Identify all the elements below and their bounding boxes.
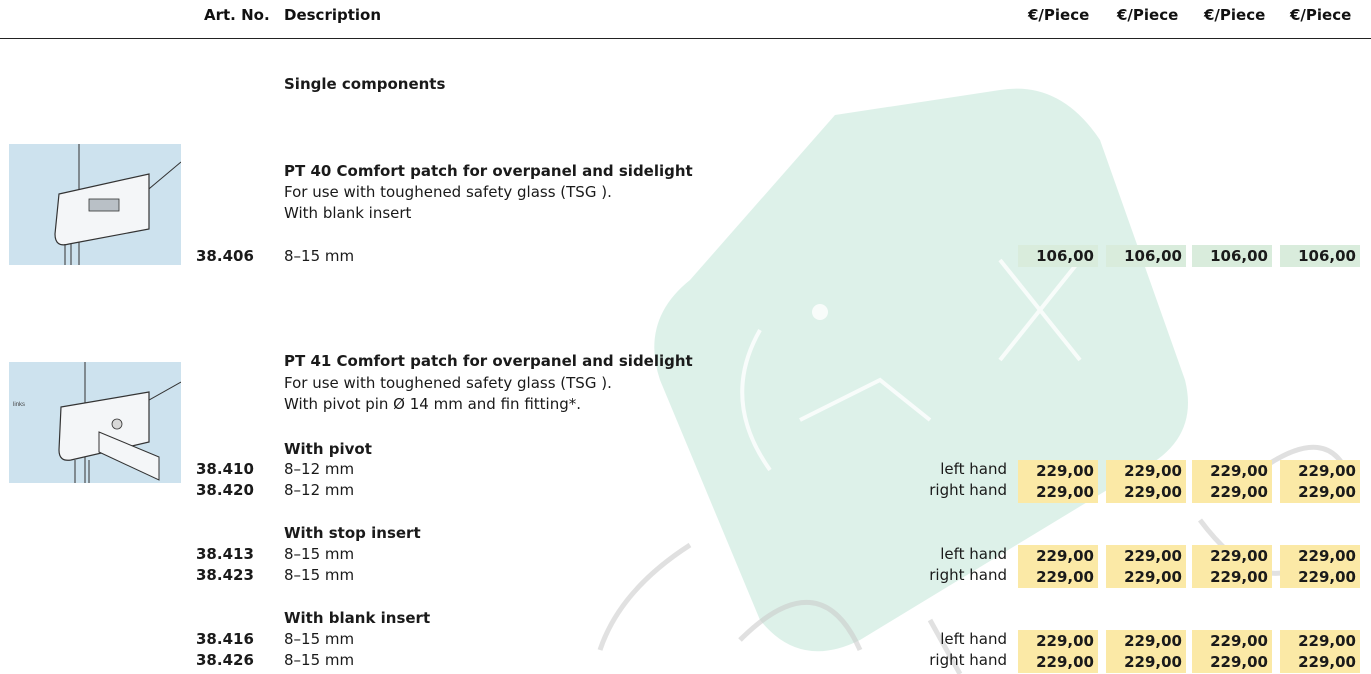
- price-38416-3: 229,00: [1192, 630, 1272, 652]
- art-no-38426: 38.426: [196, 651, 254, 669]
- art-no-38406: 38.406: [196, 247, 254, 265]
- price-38426-2: 229,00: [1106, 651, 1186, 673]
- price-38406-4: 106,00: [1280, 245, 1360, 267]
- hand-38410: left hand: [940, 460, 1007, 478]
- size-38426: 8–15 mm: [284, 651, 355, 669]
- art-no-38416: 38.416: [196, 630, 254, 648]
- pt40-product-image: [9, 144, 181, 265]
- art-no-38413: 38.413: [196, 545, 254, 563]
- price-38426-4: 229,00: [1280, 651, 1360, 673]
- price-38416-2: 229,00: [1106, 630, 1186, 652]
- price-38413-1: 229,00: [1018, 545, 1098, 567]
- size-38416: 8–15 mm: [284, 630, 355, 648]
- price-38426-1: 229,00: [1018, 651, 1098, 673]
- group-title-pivot: With pivot: [284, 440, 372, 458]
- size-38423: 8–15 mm: [284, 566, 355, 584]
- hand-38423: right hand: [929, 566, 1007, 584]
- header-description: Description: [284, 6, 382, 24]
- price-38416-1: 229,00: [1018, 630, 1098, 652]
- pt40-line-2: With blank insert: [284, 204, 412, 222]
- group-title-blank-insert: With blank insert: [284, 609, 431, 627]
- price-38416-4: 229,00: [1280, 630, 1360, 652]
- size-38420: 8–12 mm: [284, 481, 355, 499]
- price-38406-1: 106,00: [1018, 245, 1098, 267]
- price-38406-3: 106,00: [1192, 245, 1272, 267]
- price-38413-3: 229,00: [1192, 545, 1272, 567]
- hand-38420: right hand: [929, 481, 1007, 499]
- price-38410-4: 229,00: [1280, 460, 1360, 482]
- price-38423-2: 229,00: [1106, 566, 1186, 588]
- art-no-38410: 38.410: [196, 460, 254, 478]
- price-38423-3: 229,00: [1192, 566, 1272, 588]
- price-38420-3: 229,00: [1192, 481, 1272, 503]
- pt41-line-2: With pivot pin Ø 14 mm and fin fitting*.: [284, 395, 581, 413]
- price-38406-2: 106,00: [1106, 245, 1186, 267]
- pt40-line-1: For use with toughened safety glass (TSG…: [284, 183, 612, 201]
- pt40-title: PT 40 Comfort patch for overpanel and si…: [284, 162, 693, 180]
- pt41-image-label: links: [13, 402, 25, 408]
- hand-38413: left hand: [940, 545, 1007, 563]
- price-38413-4: 229,00: [1280, 545, 1360, 567]
- price-38413-2: 229,00: [1106, 545, 1186, 567]
- price-38426-3: 229,00: [1192, 651, 1272, 673]
- header-art-no: Art. No.: [204, 6, 270, 24]
- art-no-38423: 38.423: [196, 566, 254, 584]
- header-price-col-4: €/Piece: [1290, 6, 1352, 24]
- hand-38416: left hand: [940, 630, 1007, 648]
- pt41-product-image: links: [9, 362, 181, 483]
- hand-38426: right hand: [929, 651, 1007, 669]
- size-38406: 8–15 mm: [284, 247, 355, 265]
- header-price-col-3: €/Piece: [1204, 6, 1266, 24]
- price-38410-2: 229,00: [1106, 460, 1186, 482]
- size-38410: 8–12 mm: [284, 460, 355, 478]
- header-price-col-1: €/Piece: [1028, 6, 1090, 24]
- art-no-38420: 38.420: [196, 481, 254, 499]
- price-38420-1: 229,00: [1018, 481, 1098, 503]
- section-title: Single components: [284, 75, 446, 93]
- header-price-col-2: €/Piece: [1117, 6, 1179, 24]
- header-rule: [0, 38, 1371, 39]
- price-38420-4: 229,00: [1280, 481, 1360, 503]
- price-38420-2: 229,00: [1106, 481, 1186, 503]
- group-title-stop-insert: With stop insert: [284, 524, 421, 542]
- price-38410-3: 229,00: [1192, 460, 1272, 482]
- pt41-title: PT 41 Comfort patch for overpanel and si…: [284, 352, 693, 370]
- size-38413: 8–15 mm: [284, 545, 355, 563]
- price-38410-1: 229,00: [1018, 460, 1098, 482]
- price-38423-4: 229,00: [1280, 566, 1360, 588]
- price-38423-1: 229,00: [1018, 566, 1098, 588]
- pt41-line-1: For use with toughened safety glass (TSG…: [284, 374, 612, 392]
